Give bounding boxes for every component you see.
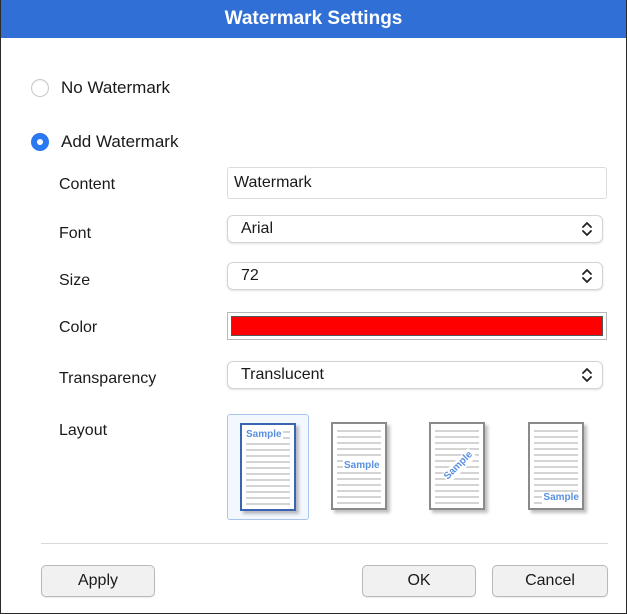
transparency-select[interactable]: Translucent [227,361,603,389]
layout-sample-text: Sample [245,429,283,441]
layout-preview-page: Sample [429,422,485,510]
size-select[interactable]: 72 [227,262,603,290]
apply-button[interactable]: Apply [41,565,155,597]
cancel-button[interactable]: Cancel [492,565,608,597]
color-fill [231,316,603,336]
size-value: 72 [241,267,259,284]
no-watermark-label: No Watermark [61,78,170,97]
chevron-updown-icon [582,222,592,236]
content-label: Content [59,176,116,193]
add-watermark-label: Add Watermark [61,132,179,151]
layout-preview-page: Sample [528,422,584,510]
add-watermark-option[interactable]: Add Watermark [31,132,178,152]
font-select[interactable]: Arial [227,215,603,243]
chevron-updown-icon [582,368,592,382]
layout-sample-text: Sample [343,460,381,472]
color-picker[interactable] [227,312,607,340]
layout-option-diagonal[interactable]: Sample [417,414,499,520]
color-label: Color [59,319,98,336]
transparency-value: Translucent [241,366,324,383]
no-watermark-radio[interactable] [31,79,49,97]
ok-button[interactable]: OK [362,565,476,597]
chevron-updown-icon [582,269,592,283]
content-value: Watermark [234,174,312,191]
transparency-label: Transparency [59,370,157,387]
no-watermark-option[interactable]: No Watermark [31,78,170,98]
layout-preview-page: Sample [331,422,387,510]
layout-preview-page: Sample [240,423,296,511]
size-label: Size [59,272,91,289]
footer-divider [41,543,608,544]
layout-option-top-left[interactable]: Sample [227,414,309,520]
layout-option-center[interactable]: Sample [319,414,401,520]
add-watermark-radio[interactable] [31,133,49,151]
layout-option-bottom-right[interactable]: Sample [516,414,598,520]
content-input[interactable]: Watermark [227,167,607,199]
watermark-settings-dialog: Watermark Settings No Watermark Add Wate… [0,0,627,614]
font-value: Arial [241,220,274,237]
layout-sample-text: Sample [542,492,580,504]
dialog-title: Watermark Settings [224,8,403,29]
dialog-titlebar: Watermark Settings [1,0,626,38]
layout-label: Layout [59,422,108,439]
font-label: Font [59,225,92,242]
